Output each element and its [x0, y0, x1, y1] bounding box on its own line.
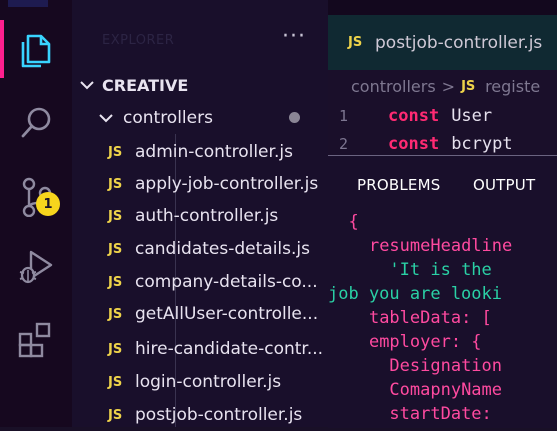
file-label: login-controller.js: [135, 372, 282, 392]
file-label: auth-controller.js: [135, 206, 279, 226]
source-control-badge: 1: [36, 192, 60, 216]
explorer-icon: [19, 30, 53, 68]
code-line[interactable]: 1 const User: [328, 102, 557, 130]
file-item[interactable]: JS hire-candidate-contr...: [108, 333, 328, 365]
explorer-title: EXPLORER: [102, 33, 175, 48]
output-line: ComapnyName: [389, 380, 503, 400]
output-line: startDate:: [389, 404, 503, 424]
keyword: const: [388, 134, 440, 154]
file-item[interactable]: JS company-details-co...: [108, 266, 328, 298]
run-debug-icon: [17, 248, 55, 286]
tab-output[interactable]: OUTPUT: [473, 176, 535, 194]
file-label: admin-controller.js: [135, 142, 293, 162]
identifier: bcrypt: [451, 134, 513, 154]
workspace-name: CREATIVE: [102, 75, 189, 95]
tab-problems[interactable]: PROBLEMS: [357, 176, 440, 194]
chevron-down-icon: [97, 113, 115, 123]
file-label: apply-job-controller.js: [135, 174, 319, 194]
js-file-icon: JS: [108, 341, 123, 357]
output-line: tableData: [: [368, 308, 492, 328]
more-actions-button[interactable]: ···: [282, 24, 306, 49]
js-file-icon: JS: [108, 241, 123, 257]
search-activity[interactable]: [0, 94, 72, 152]
output-line: resumeHeadline: [368, 236, 513, 256]
run-debug-activity[interactable]: [0, 238, 72, 296]
file-item[interactable]: JS getAllUser-controlle...: [108, 298, 328, 330]
output-line: employer: {: [368, 332, 482, 352]
line-number: 1: [338, 107, 348, 125]
code-line[interactable]: 2 const bcrypt: [328, 130, 557, 158]
chevron-down-icon: [78, 80, 96, 90]
modified-indicator-icon: [289, 112, 300, 123]
keyword: const: [388, 106, 440, 126]
folder-label: controllers: [123, 108, 213, 128]
js-file-icon: JS: [108, 407, 123, 423]
js-file-icon: JS: [108, 274, 123, 290]
breadcrumb-folder[interactable]: controllers: [351, 77, 436, 96]
file-item[interactable]: JS candidates-details.js: [108, 233, 328, 265]
file-label: postjob-controller.js: [135, 405, 303, 425]
explorer-sidebar: EXPLORER ··· CREATIVE controllers JS adm…: [72, 0, 328, 427]
file-item[interactable]: JS admin-controller.js: [108, 136, 328, 168]
file-item[interactable]: JS apply-job-controller.js: [108, 168, 328, 200]
search-icon: [19, 106, 53, 140]
file-label: getAllUser-controlle...: [135, 304, 319, 324]
breadcrumb: controllers > JS registe: [328, 70, 557, 102]
output-line: 'It is the: [389, 260, 492, 280]
breadcrumb-separator-icon: >: [441, 76, 456, 96]
js-file-icon: JS: [108, 144, 123, 160]
workspace-header[interactable]: CREATIVE: [78, 69, 334, 101]
js-file-icon: JS: [348, 35, 363, 50]
js-file-icon: JS: [461, 78, 476, 94]
file-label: hire-candidate-contr...: [135, 339, 324, 359]
js-file-icon: JS: [108, 306, 123, 322]
file-item[interactable]: JS login-controller.js: [108, 366, 328, 398]
file-item[interactable]: JS auth-controller.js: [108, 200, 328, 232]
window-top-accent: [8, 0, 48, 7]
source-control-activity[interactable]: 1: [0, 168, 72, 226]
bottom-panel: PROBLEMS OUTPUT { resumeHeadline 'It is …: [328, 155, 557, 428]
tab-label: postjob-controller.js: [375, 32, 543, 53]
file-label: company-details-co...: [135, 272, 318, 292]
activity-bar: 1: [0, 0, 72, 427]
file-item[interactable]: JS postjob-controller.js: [108, 399, 328, 431]
js-file-icon: JS: [108, 208, 123, 224]
js-file-icon: JS: [108, 374, 123, 390]
output-line: Designation: [389, 356, 503, 376]
breadcrumb-file[interactable]: registe: [485, 77, 540, 96]
output-line: {: [348, 212, 359, 232]
js-file-icon: JS: [108, 176, 123, 192]
line-number: 2: [338, 135, 348, 153]
explorer-header: EXPLORER ···: [72, 0, 328, 68]
extensions-icon: [17, 320, 55, 358]
output-line: job you are looki: [328, 284, 502, 304]
extensions-activity[interactable]: [0, 310, 72, 368]
file-label: candidates-details.js: [135, 239, 310, 259]
tab-postjob-controller[interactable]: JS postjob-controller.js: [328, 15, 557, 70]
identifier: User: [451, 106, 493, 126]
explorer-activity[interactable]: [0, 20, 72, 78]
